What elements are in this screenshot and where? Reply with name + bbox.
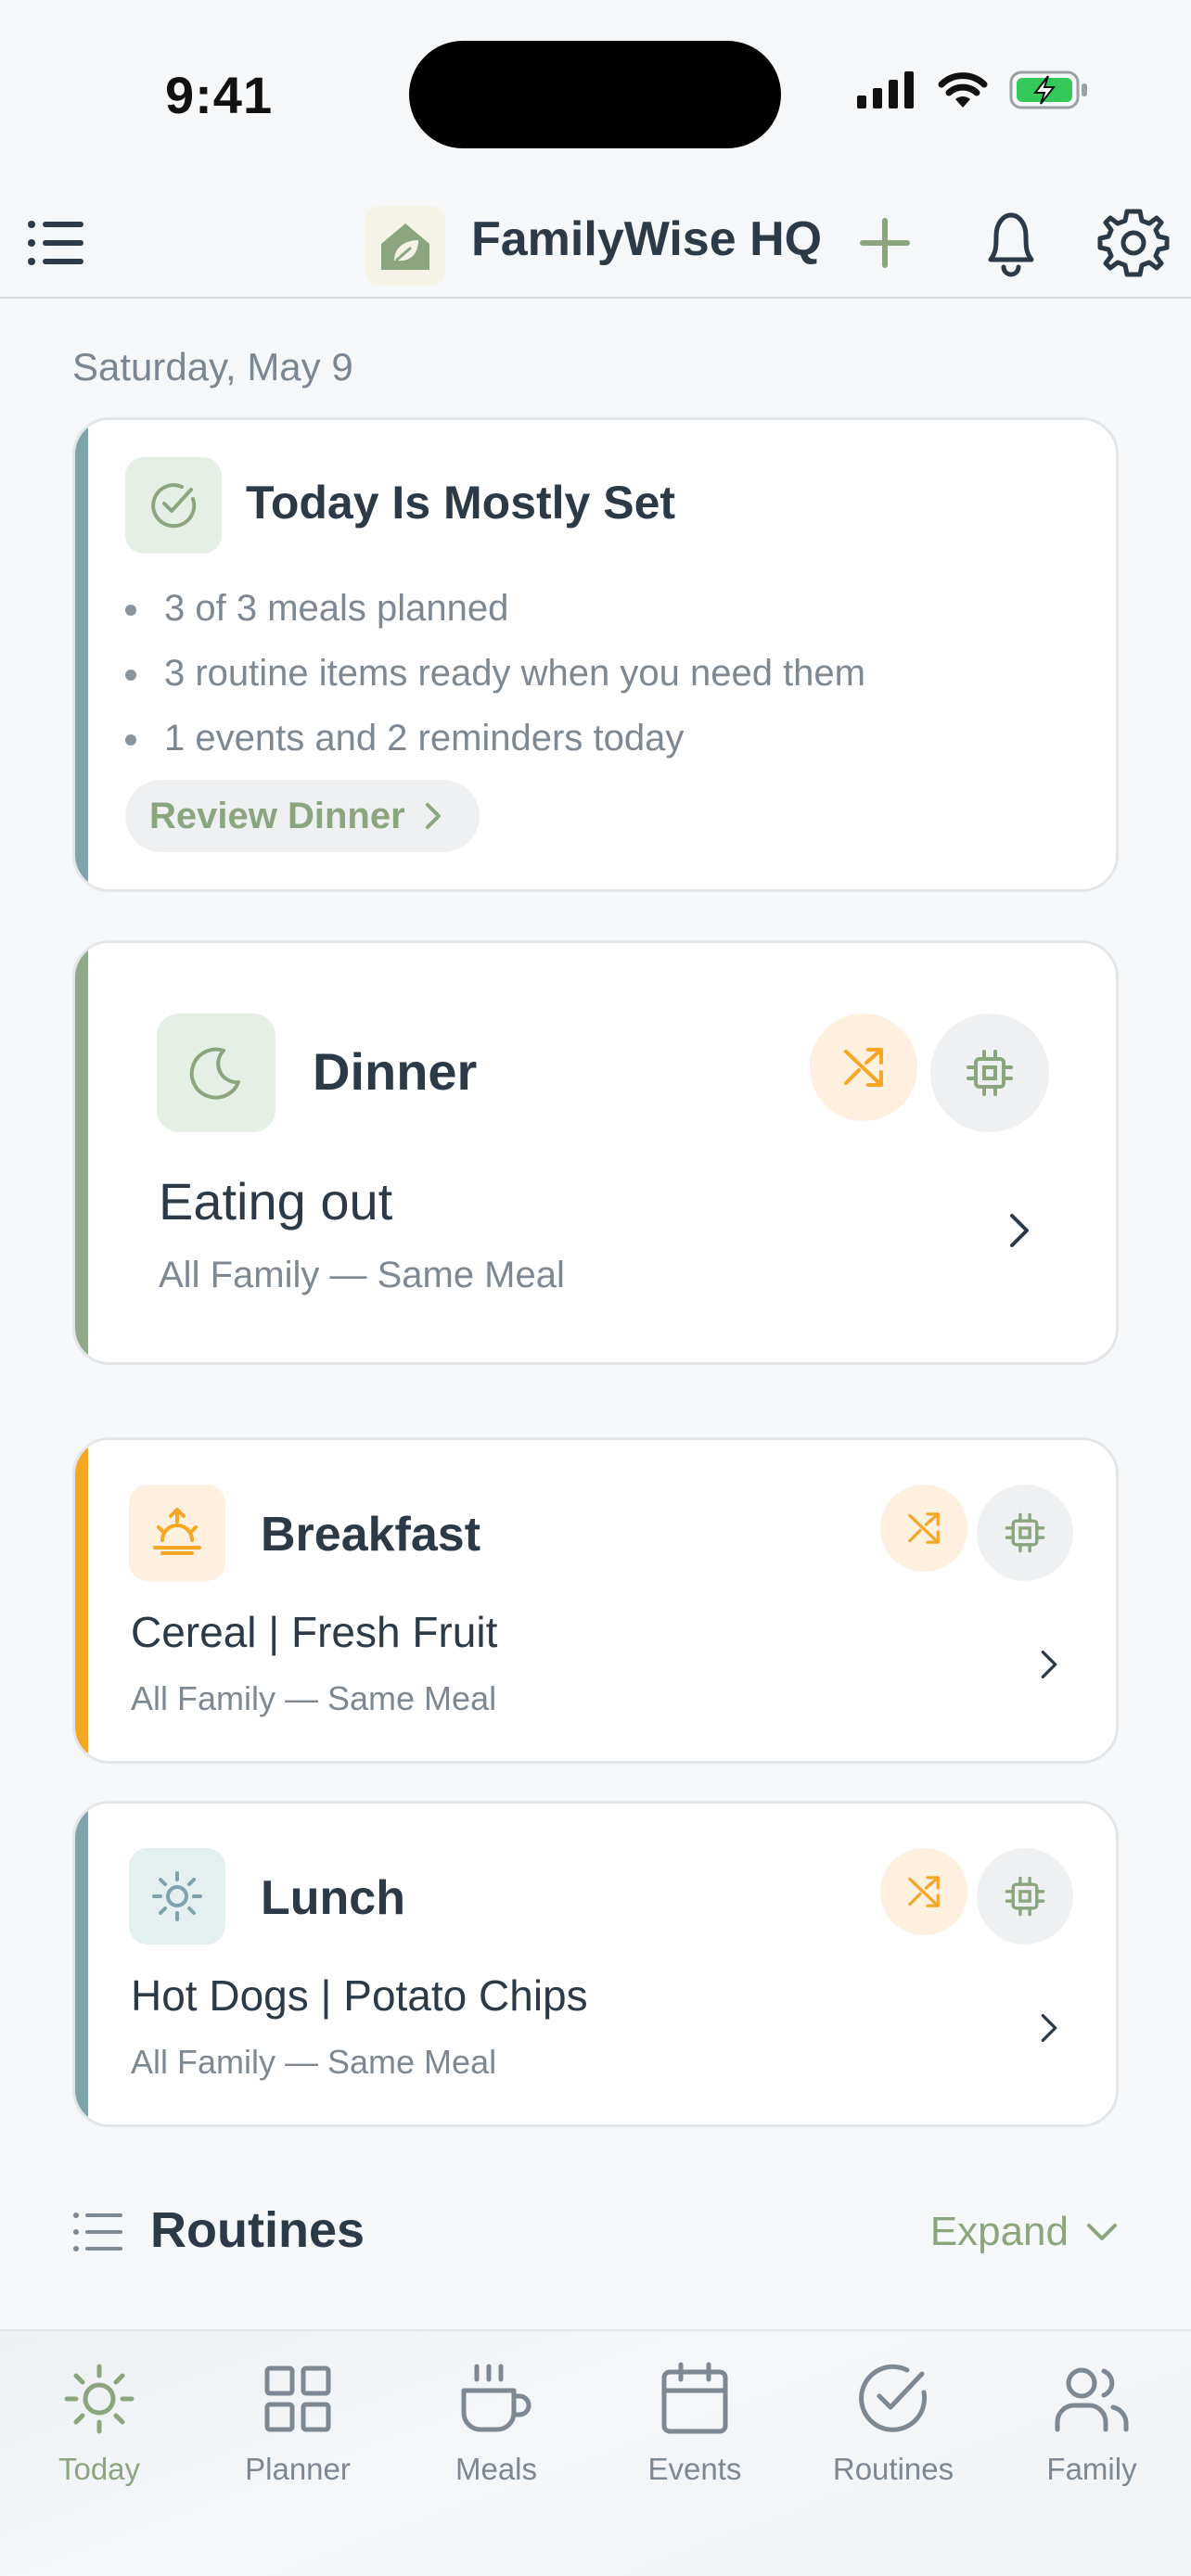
add-button[interactable]	[855, 213, 915, 273]
gear-icon	[1097, 209, 1170, 277]
card-accent	[75, 943, 88, 1362]
settings-button[interactable]	[1096, 206, 1171, 280]
meal-food: Hot Dogs | Potato Chips	[131, 1971, 588, 2020]
meal-name: Dinner	[313, 1042, 478, 1101]
date-label: Saturday, May 9	[72, 345, 353, 389]
plus-icon	[860, 218, 910, 268]
tab-today[interactable]: Today	[0, 2359, 198, 2498]
summary-item: 1 events and 2 reminders today	[125, 706, 865, 771]
ai-suggest-button[interactable]	[977, 1848, 1073, 1945]
open-dinner-chevron[interactable]	[992, 1203, 1047, 1258]
routines-section-header: Routines Expand	[72, 2196, 1119, 2270]
chevron-down-icon	[1087, 2224, 1117, 2240]
meal-name: Breakfast	[261, 1508, 481, 1562]
grid-icon	[264, 2366, 331, 2432]
sun-icon	[152, 1871, 202, 1921]
ai-suggest-button[interactable]	[977, 1485, 1073, 1581]
meal-food: Eating out	[159, 1172, 393, 1231]
shuffle-icon	[908, 1512, 940, 1544]
wifi-icon	[938, 72, 988, 108]
tab-label: Routines	[832, 2452, 954, 2486]
card-accent	[75, 420, 88, 889]
meal-food: Cereal | Fresh Fruit	[131, 1608, 498, 1656]
shuffle-button[interactable]	[880, 1848, 967, 1935]
tab-label: Events	[647, 2452, 742, 2486]
lunch-card[interactable]: Lunch Hot Dogs | Potato Chips All Family…	[72, 1801, 1119, 2127]
house-leaf-icon	[381, 223, 429, 270]
app-title: FamilyWise HQ	[471, 212, 823, 266]
summary-list: 3 of 3 meals planned 3 routine items rea…	[125, 576, 865, 771]
summary-title: Today Is Mostly Set	[246, 477, 676, 529]
chevron-right-icon	[1010, 1214, 1029, 1247]
open-lunch-chevron[interactable]	[1021, 2000, 1077, 2056]
chip-icon	[1005, 1876, 1045, 1917]
ai-suggest-button[interactable]	[930, 1014, 1049, 1132]
meal-audience: All Family — Same Meal	[159, 1255, 565, 1295]
review-dinner-button[interactable]: Review Dinner	[125, 780, 480, 852]
bell-icon	[988, 212, 1034, 277]
expand-routines-button[interactable]: Expand	[930, 2209, 1119, 2255]
tab-routines[interactable]: Routines	[794, 2359, 992, 2498]
list-icon	[73, 2213, 122, 2251]
tab-family[interactable]: Family	[992, 2359, 1191, 2498]
check-circle-icon	[859, 2364, 928, 2432]
chevron-right-icon	[1041, 1650, 1057, 1678]
review-dinner-label: Review Dinner	[149, 795, 405, 836]
shuffle-icon	[908, 1876, 940, 1907]
users-icon	[1055, 2367, 1129, 2432]
moon-icon	[189, 1047, 240, 1100]
check-circle-icon	[151, 483, 197, 529]
notifications-button[interactable]	[978, 206, 1044, 280]
chevron-right-icon	[1041, 2014, 1057, 2042]
list-icon	[28, 221, 83, 265]
dinner-icon-tile	[157, 1014, 275, 1132]
tab-label: Meals	[455, 2452, 538, 2486]
calendar-icon	[661, 2362, 728, 2434]
shuffle-icon	[844, 1048, 883, 1087]
expand-label: Expand	[929, 2209, 1069, 2254]
cup-icon	[461, 2364, 531, 2432]
breakfast-card[interactable]: Breakfast Cereal | Fresh Fruit All Famil…	[72, 1437, 1119, 1764]
meal-audience: All Family — Same Meal	[131, 1679, 497, 1717]
card-accent	[75, 1440, 88, 1761]
battery-icon	[1009, 70, 1087, 109]
app-logo	[365, 206, 445, 286]
routines-title: Routines	[150, 2202, 365, 2258]
tab-planner[interactable]: Planner	[198, 2359, 397, 2498]
summary-item: 3 routine items ready when you need them	[125, 641, 865, 706]
meal-audience: All Family — Same Meal	[131, 2043, 497, 2081]
menu-button[interactable]	[26, 217, 85, 269]
signal-icon	[857, 71, 914, 108]
sunrise-icon	[153, 1508, 201, 1555]
card-accent	[75, 1804, 88, 2124]
shuffle-button[interactable]	[810, 1014, 917, 1121]
tab-meals[interactable]: Meals	[397, 2359, 596, 2498]
sun-icon	[64, 2364, 134, 2434]
status-bar: 9:41	[0, 0, 1191, 185]
chevron-right-icon	[425, 803, 441, 829]
summary-icon-tile	[125, 457, 222, 554]
lunch-icon-tile	[129, 1848, 225, 1945]
open-breakfast-chevron[interactable]	[1021, 1637, 1077, 1692]
meal-name: Lunch	[261, 1871, 405, 1925]
chip-icon	[1005, 1512, 1045, 1553]
summary-item: 3 of 3 meals planned	[125, 576, 865, 641]
tab-events[interactable]: Events	[596, 2359, 794, 2498]
day-summary-card: Today Is Mostly Set 3 of 3 meals planned…	[72, 417, 1119, 892]
breakfast-icon-tile	[129, 1485, 225, 1581]
status-icons	[857, 70, 1089, 109]
dynamic-island	[409, 41, 781, 148]
chip-icon	[967, 1050, 1013, 1096]
bottom-tab-bar: Today Planner Meals Events Routines Fami…	[0, 2329, 1191, 2576]
shuffle-button[interactable]	[880, 1485, 967, 1572]
app-header: FamilyWise HQ	[0, 185, 1191, 299]
tab-label: Planner	[245, 2452, 351, 2486]
tab-label: Family	[1046, 2452, 1137, 2486]
status-time: 9:41	[165, 66, 274, 124]
tab-label: Today	[58, 2452, 141, 2486]
dinner-card[interactable]: Dinner Eating out All Family — Same Meal	[72, 940, 1119, 1365]
